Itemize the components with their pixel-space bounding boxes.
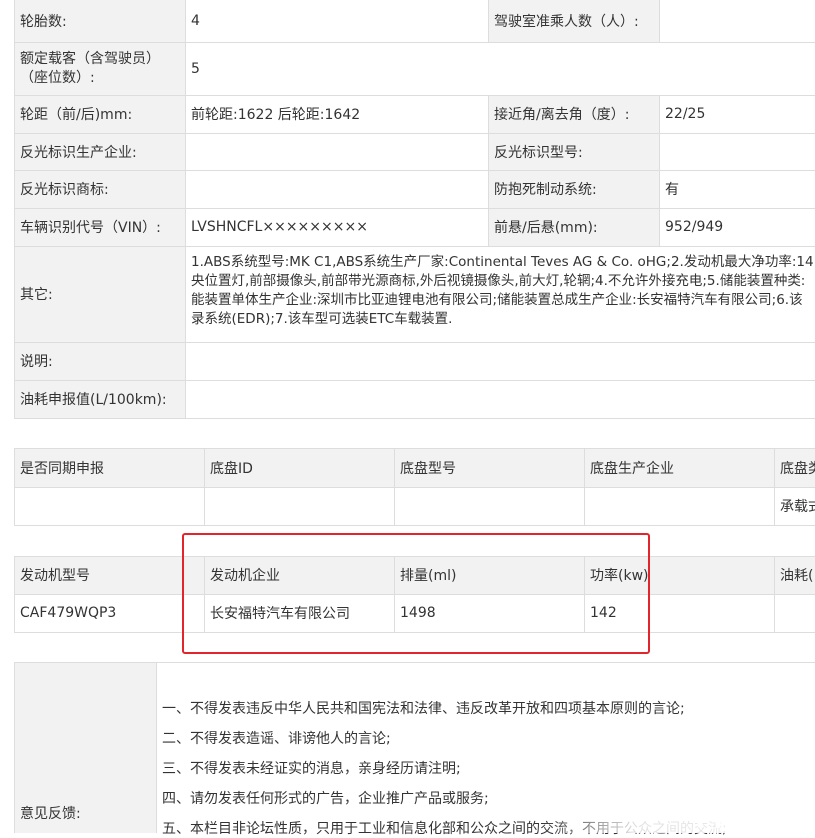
- engine-fuel-value: [774, 594, 815, 632]
- chassis-type-value: 承载式: [780, 499, 815, 515]
- other-line: 1.ABS系统型号:MK C1,ABS系统生产厂家:Continental Te…: [191, 254, 814, 270]
- chassis-header-same-period: 是否同期申报: [20, 460, 104, 477]
- other-line: 央位置灯,前部摄像头,前部带光源商标,外后视镜摄像头,前大灯,轮辋;4.不允许外…: [191, 273, 806, 289]
- chassis-cell: [394, 487, 584, 525]
- label-reflector-model: 反光标识型号:: [494, 144, 583, 161]
- value-vin: LVSHNCFL×××××××××: [191, 219, 368, 235]
- engine-model-value: CAF479WQP3: [20, 605, 117, 621]
- value-overhang: 952/949: [665, 219, 724, 235]
- label-vin: 车辆识别代号（VIN）:: [20, 220, 161, 236]
- label-other: 其它:: [20, 287, 53, 303]
- label-rated-seats-line2: （座位数）:: [20, 69, 95, 86]
- label-tire-count: 轮胎数:: [20, 14, 67, 30]
- label-approach-departure: 接近角/离去角（度）:: [494, 107, 630, 123]
- label-abs: 防抱死制动系统:: [494, 182, 597, 198]
- value-reflector-maker: [185, 133, 488, 170]
- feedback-rule: 二、不得发表造谣、诽谤他人的言论;: [162, 731, 391, 747]
- label-rated-seats-line1: 额定载客（含驾驶员）: [20, 50, 160, 67]
- value-other: 1.ABS系统型号:MK C1,ABS系统生产厂家:Continental Te…: [191, 253, 815, 339]
- value-abs: 有: [665, 182, 679, 198]
- chassis-header-id: 底盘ID: [210, 460, 253, 477]
- label-fuel-declared: 油耗申报值(L/100km):: [20, 392, 167, 408]
- feedback-label: 意见反馈:: [20, 806, 81, 822]
- chassis-header-type: 底盘类: [780, 460, 815, 477]
- watermark-overlay: [540, 770, 815, 833]
- chassis-cell: [14, 487, 204, 525]
- value-fuel-declared: [185, 380, 815, 418]
- feedback-rule: 一、不得发表违反中华人民共和国宪法和法律、违反改革开放和四项基本原则的言论;: [162, 701, 685, 717]
- label-track-width: 轮距（前/后)mm:: [20, 107, 133, 123]
- label-cab-capacity: 驾驶室准乘人数（人）:: [494, 14, 639, 30]
- other-line: 能装置单体生产企业:深圳市比亚迪锂电池有限公司;储能装置总成生产企业:长安福特汽…: [191, 292, 803, 308]
- value-rated-seats: 5: [191, 60, 200, 77]
- other-line: 录系统(EDR);7.该车型可选装ETC车载装置.: [191, 311, 453, 327]
- chassis-cell: [584, 487, 774, 525]
- label-overhang: 前悬/后悬(mm):: [494, 220, 598, 236]
- label-rated-seats: 额定载客（含驾驶员） （座位数）:: [14, 42, 185, 95]
- value-approach-departure: 22/25: [665, 106, 706, 122]
- value-cab-capacity: [659, 0, 815, 42]
- chassis-header-model: 底盘型号: [400, 460, 456, 477]
- value-tire-count: 4: [191, 13, 200, 29]
- engine-header-fuel: 油耗(: [780, 568, 814, 584]
- value-track-width: 前轮距:1622 后轮距:1642: [191, 107, 361, 123]
- value-reflector-model: [659, 133, 815, 170]
- chassis-header-maker: 底盘生产企业: [590, 460, 674, 477]
- watermark-graphic: [540, 770, 815, 833]
- value-note: [185, 342, 815, 380]
- label-reflector-maker: 反光标识生产企业:: [20, 144, 137, 161]
- chassis-cell: [204, 487, 394, 525]
- label-reflector-brand: 反光标识商标:: [20, 182, 109, 198]
- highlight-box: [182, 533, 650, 654]
- feedback-rule: 四、请勿发表任何形式的广告，企业推广产品或服务;: [162, 791, 489, 807]
- engine-header-model: 发动机型号: [20, 568, 90, 584]
- label-note: 说明:: [20, 354, 53, 370]
- value-reflector-brand: [185, 170, 488, 208]
- feedback-rule: 三、不得发表未经证实的消息，亲身经历请注明;: [162, 761, 461, 777]
